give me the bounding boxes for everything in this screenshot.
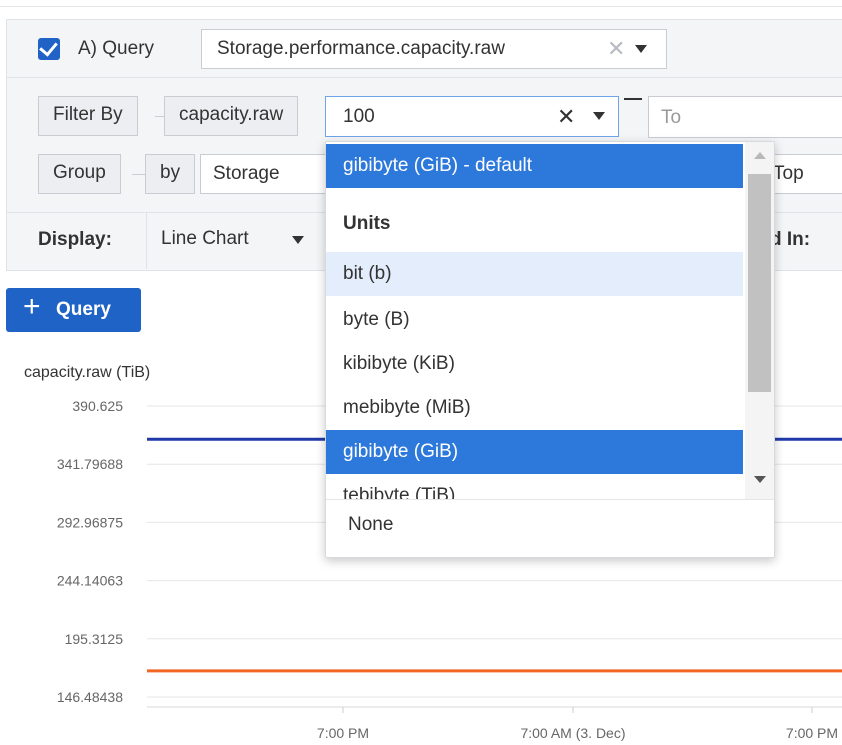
option-tebibyte[interactable]: tebibyte (TiB) xyxy=(326,474,743,500)
x-tick-label: 7:00 AM (3. Dec) xyxy=(520,725,625,741)
option-mebibyte[interactable]: mebibyte (MiB) xyxy=(326,386,743,430)
option-none[interactable]: None xyxy=(348,514,393,536)
y-tick-label: 244.14063 xyxy=(57,573,123,589)
option-gibibyte[interactable]: gibibyte (GiB) xyxy=(326,430,743,474)
scroll-up-icon[interactable] xyxy=(754,152,766,159)
option-default-unit[interactable]: gibibyte (GiB) - default xyxy=(326,144,743,188)
scroll-down-icon[interactable] xyxy=(754,476,766,483)
y-tick-label: 292.96875 xyxy=(57,514,123,530)
dropdown-scrollbar[interactable] xyxy=(745,142,774,499)
option-kibibyte[interactable]: kibibyte (KiB) xyxy=(326,342,743,386)
dropdown-divider xyxy=(326,499,774,500)
option-byte[interactable]: byte (B) xyxy=(326,298,743,342)
units-group-header: Units xyxy=(343,213,391,234)
y-tick-label: 341.79688 xyxy=(57,456,123,472)
unit-list: gibibyte (GiB) - default Units bit (b) b… xyxy=(326,142,743,500)
scrollbar-thumb[interactable] xyxy=(748,174,771,392)
unit-dropdown: gibibyte (GiB) - default Units bit (b) b… xyxy=(325,141,775,558)
y-tick-label: 390.625 xyxy=(72,398,123,414)
x-tick-label: 7:00 PM xyxy=(317,725,369,741)
option-bit[interactable]: bit (b) xyxy=(326,252,743,296)
x-tick-label: 7:00 PM xyxy=(786,725,838,741)
y-tick-label: 146.48438 xyxy=(57,689,123,705)
y-tick-label: 195.3125 xyxy=(65,631,124,647)
